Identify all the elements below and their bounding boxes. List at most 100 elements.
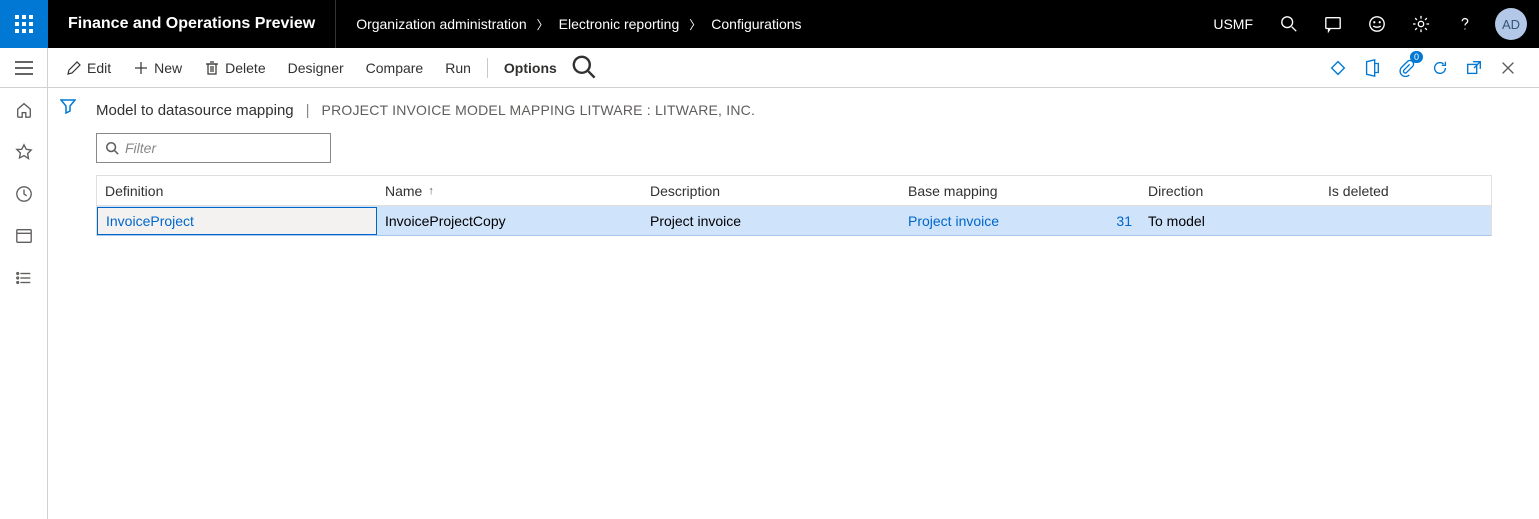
table-row[interactable]: InvoiceProject InvoiceProjectCopy Projec… [97,206,1491,236]
plus-icon [133,60,149,76]
chat-icon [1324,15,1342,33]
options-label: Options [504,60,557,76]
action-bar-row: Edit New Delete Designer Compare Run Opt… [0,48,1539,88]
col-is-deleted[interactable]: Is deleted [1320,183,1480,199]
grid-header: Definition Name ↑ Description Base mappi… [97,176,1491,206]
office-icon [1363,59,1381,77]
title-separator: | [306,102,310,119]
delete-button[interactable]: Delete [194,56,275,80]
user-avatar[interactable]: AD [1495,8,1527,40]
global-header: Finance and Operations Preview Organizat… [0,0,1539,48]
designer-button[interactable]: Designer [278,56,354,80]
waffle-icon [15,15,33,33]
edit-button[interactable]: Edit [56,56,121,80]
rail-modules[interactable] [14,268,34,288]
rail-home[interactable] [14,100,34,120]
page-subtitle: PROJECT INVOICE MODEL MAPPING LITWARE : … [322,102,756,118]
compare-label: Compare [366,60,424,76]
question-icon [1456,15,1474,33]
delete-label: Delete [225,60,265,76]
page-header: Model to datasource mapping | PROJECT IN… [96,102,1515,119]
rail-recents[interactable] [14,184,34,204]
new-label: New [154,60,182,76]
cell-direction[interactable]: To model [1140,213,1320,229]
help-button[interactable] [1443,0,1487,48]
open-office-button[interactable] [1357,53,1387,83]
col-description[interactable]: Description [642,183,900,199]
attachments-button[interactable]: 0 [1391,53,1421,83]
navigation-rail [0,88,48,519]
col-base-mapping[interactable]: Base mapping [900,183,1100,199]
breadcrumb: Organization administration 〉 Electronic… [336,16,1199,33]
search-button[interactable] [1267,0,1311,48]
col-direction[interactable]: Direction [1140,183,1320,199]
close-icon [1499,59,1517,77]
refresh-icon [1431,59,1449,77]
action-bar: Edit New Delete Designer Compare Run Opt… [48,48,1539,87]
separator [487,58,488,78]
page-info-button[interactable] [1323,53,1353,83]
body: Model to datasource mapping | PROJECT IN… [0,88,1539,519]
popout-button[interactable] [1459,53,1489,83]
filter-pane-toggle[interactable] [48,88,88,519]
app-title: Finance and Operations Preview [48,0,336,48]
search-icon [569,52,601,84]
popout-icon [1465,59,1483,77]
cell-num[interactable]: 31 [1100,213,1140,229]
funnel-icon [60,98,76,114]
legal-entity[interactable]: USMF [1199,16,1267,32]
search-icon [1280,15,1298,33]
content: Model to datasource mapping | PROJECT IN… [48,88,1539,519]
workspace-icon [15,227,33,245]
cell-name[interactable]: InvoiceProjectCopy [377,213,642,229]
cell-base-mapping[interactable]: Project invoice [900,213,1100,229]
home-icon [15,101,33,119]
designer-label: Designer [288,60,344,76]
gear-icon [1412,15,1430,33]
rail-favorites[interactable] [14,142,34,162]
chevron-right-icon: 〉 [537,16,549,33]
run-button[interactable]: Run [435,56,481,80]
app-launcher-button[interactable] [0,0,48,48]
cell-definition[interactable]: InvoiceProject [97,207,377,235]
list-icon [15,269,33,287]
close-button[interactable] [1493,53,1523,83]
mapping-grid: Definition Name ↑ Description Base mappi… [96,175,1492,236]
attachments-count: 0 [1410,51,1423,63]
search-icon [105,141,119,155]
main-panel: Model to datasource mapping | PROJECT IN… [88,88,1539,519]
action-search-button[interactable] [569,52,601,84]
chevron-right-icon: 〉 [689,16,701,33]
breadcrumb-item[interactable]: Organization administration [356,16,526,32]
clock-icon [15,185,33,203]
diamond-icon [1329,59,1347,77]
rail-workspaces[interactable] [14,226,34,246]
col-definition[interactable]: Definition [97,183,377,199]
star-icon [15,143,33,161]
run-label: Run [445,60,471,76]
compare-button[interactable]: Compare [356,56,434,80]
edit-label: Edit [87,60,111,76]
feedback-button[interactable] [1355,0,1399,48]
refresh-button[interactable] [1425,53,1455,83]
breadcrumb-item[interactable]: Configurations [711,16,801,32]
cell-description[interactable]: Project invoice [642,213,900,229]
col-name-label: Name [385,183,422,199]
smile-icon [1368,15,1386,33]
options-button[interactable]: Options [494,56,567,80]
quick-filter[interactable] [96,133,331,163]
page-title: Model to datasource mapping [96,102,294,119]
sort-asc-icon: ↑ [428,185,434,197]
nav-toggle-button[interactable] [0,48,48,87]
pencil-icon [66,60,82,76]
trash-icon [204,60,220,76]
action-bar-right: 0 [1323,53,1531,83]
header-right: USMF AD [1199,0,1539,48]
settings-button[interactable] [1399,0,1443,48]
breadcrumb-item[interactable]: Electronic reporting [559,16,680,32]
new-button[interactable]: New [123,56,192,80]
filter-input[interactable] [125,140,322,156]
col-name[interactable]: Name ↑ [377,183,642,199]
hamburger-icon [15,61,33,75]
messages-button[interactable] [1311,0,1355,48]
